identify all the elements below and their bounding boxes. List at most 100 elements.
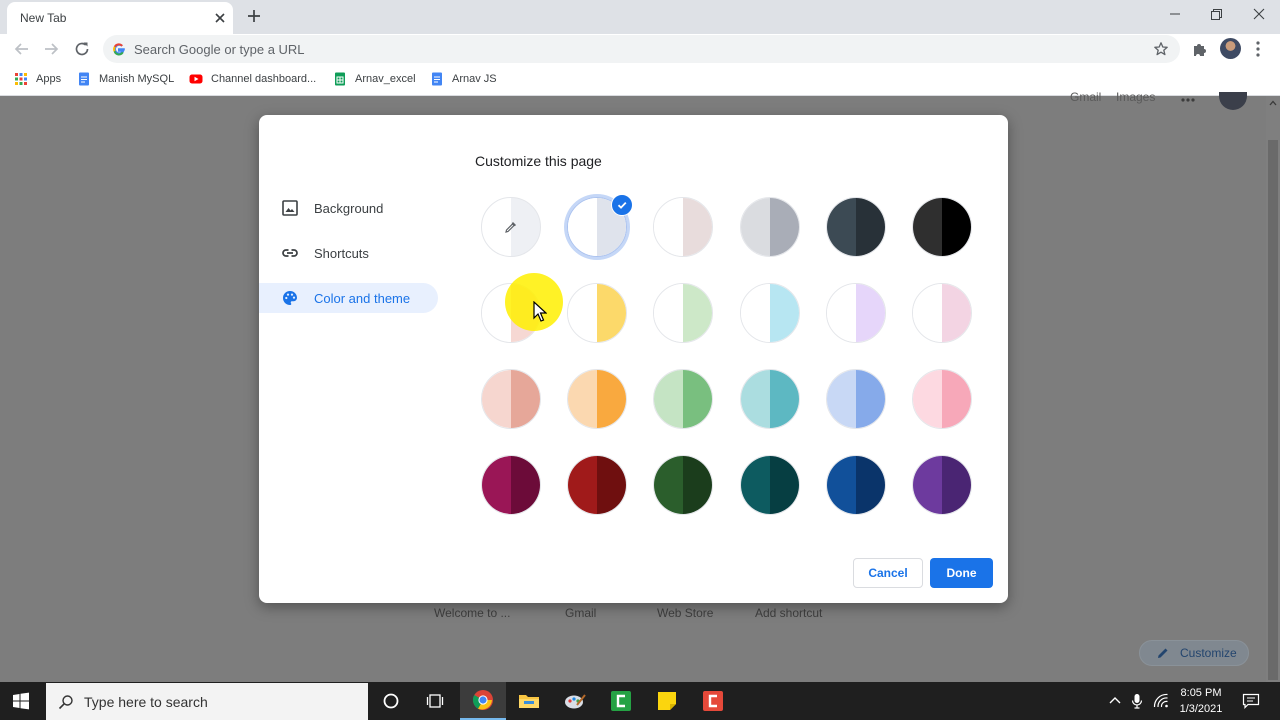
clock-date: 1/3/2021: [1179, 703, 1223, 715]
taskbar-search-box[interactable]: Type here to search: [46, 683, 368, 720]
shortcut-web-store[interactable]: Web Store: [657, 606, 713, 620]
swatch-left-half: [654, 284, 683, 342]
close-window-icon[interactable]: [1247, 4, 1271, 24]
cancel-button[interactable]: Cancel: [853, 558, 923, 588]
tab-new-tab[interactable]: New Tab: [7, 2, 233, 34]
bookmark-star-icon[interactable]: [1153, 41, 1169, 57]
search-icon: [58, 694, 73, 709]
swatch-left-half: [913, 198, 942, 256]
action-center-icon[interactable]: [1242, 693, 1260, 709]
theme-swatch[interactable]: [912, 369, 972, 429]
theme-swatch[interactable]: [481, 455, 541, 515]
swatch-right-half: [683, 198, 712, 256]
swatch-left-half: [482, 456, 511, 514]
shortcut-welcome[interactable]: Welcome to ...: [434, 606, 510, 620]
theme-swatch[interactable]: [826, 369, 886, 429]
swatch-left-half: [654, 456, 683, 514]
bookmark-channel-dashboard[interactable]: Channel dashboard...: [189, 70, 316, 88]
customize-dialog: Customize this page Background Shortcuts…: [259, 115, 1008, 603]
minimize-window-icon[interactable]: [1163, 4, 1187, 24]
theme-swatch[interactable]: [653, 283, 713, 343]
shortcut-add-shortcut[interactable]: Add shortcut: [755, 606, 822, 620]
custom-color-picker-swatch[interactable]: [481, 197, 541, 257]
theme-swatch[interactable]: [567, 455, 627, 515]
chrome-icon: [472, 690, 493, 710]
theme-swatch[interactable]: [912, 197, 972, 257]
customize-button[interactable]: Customize: [1139, 640, 1249, 666]
system-clock[interactable]: 8:05 PM 1/3/2021: [1172, 685, 1230, 717]
tab-close-icon[interactable]: [211, 9, 229, 27]
bookmark-manish-mysql[interactable]: Manish MySQL: [77, 70, 174, 88]
swatch-right-half: [683, 456, 712, 514]
theme-swatch[interactable]: [481, 369, 541, 429]
theme-swatch[interactable]: [912, 283, 972, 343]
taskbar-paint[interactable]: [552, 682, 598, 720]
swatch-right-half: [770, 198, 799, 256]
back-arrow-icon[interactable]: [12, 39, 32, 59]
customize-label: Customize: [1180, 646, 1237, 660]
omnibox[interactable]: Search Google or type a URL: [103, 35, 1180, 63]
sticky-notes-icon: [658, 692, 676, 710]
show-hidden-icons-chevron-icon[interactable]: [1107, 693, 1123, 709]
bookmark-label: Channel dashboard...: [211, 73, 317, 85]
selected-check-icon: [611, 194, 633, 216]
swatch-left-half: [741, 370, 770, 428]
taskbar-file-explorer[interactable]: [506, 682, 552, 720]
swatch-right-half: [942, 284, 971, 342]
browser-toolbar: Search Google or type a URL: [0, 34, 1280, 64]
theme-swatch[interactable]: [826, 455, 886, 515]
chrome-menu-icon[interactable]: [1253, 39, 1263, 59]
tab-title: New Tab: [20, 11, 67, 25]
theme-swatch[interactable]: [740, 283, 800, 343]
new-tab-plus-icon[interactable]: [244, 6, 264, 26]
gmail-link[interactable]: Gmail: [1070, 90, 1101, 104]
swatch-right-half: [856, 370, 885, 428]
theme-swatch[interactable]: [826, 197, 886, 257]
bookmark-apps[interactable]: Apps: [14, 70, 61, 88]
swatch-left-half: [741, 456, 770, 514]
scrollbar-thumb[interactable]: [1268, 140, 1278, 680]
images-link[interactable]: Images: [1116, 90, 1155, 104]
windows-start-icon[interactable]: [12, 692, 30, 710]
theme-swatch[interactable]: [912, 455, 972, 515]
swatch-right-half: [683, 370, 712, 428]
theme-swatch[interactable]: [653, 369, 713, 429]
sidebar-item-background[interactable]: Background: [259, 193, 438, 223]
cortana-button[interactable]: [368, 682, 414, 720]
bookmark-arnav-js[interactable]: Arnav JS: [430, 70, 497, 88]
pencil-icon: [1158, 648, 1168, 658]
theme-swatch[interactable]: [740, 369, 800, 429]
eyedropper-icon: [505, 222, 516, 233]
extensions-puzzle-icon[interactable]: [1191, 40, 1209, 58]
sidebar-item-label: Background: [314, 200, 384, 216]
reload-icon[interactable]: [72, 39, 92, 59]
bookmark-arnav-excel[interactable]: Arnav_excel: [333, 70, 416, 88]
theme-swatch[interactable]: [653, 197, 713, 257]
sidebar-item-color-and-theme[interactable]: Color and theme: [259, 283, 438, 313]
taskbar-camtasia-recorder[interactable]: [690, 682, 736, 720]
taskbar-chrome[interactable]: [460, 682, 506, 720]
mouse-cursor-icon: [533, 301, 547, 322]
sidebar-item-shortcuts[interactable]: Shortcuts: [259, 238, 438, 268]
swatch-right-half: [942, 198, 971, 256]
task-view-button[interactable]: [413, 682, 459, 720]
theme-swatch[interactable]: [740, 455, 800, 515]
microphone-icon[interactable]: [1129, 693, 1145, 709]
profile-avatar[interactable]: [1220, 38, 1241, 59]
swatch-right-half: [942, 456, 971, 514]
theme-swatch[interactable]: [740, 197, 800, 257]
google-apps-icon[interactable]: [1180, 95, 1196, 103]
shortcut-gmail[interactable]: Gmail: [565, 606, 596, 620]
theme-swatch[interactable]: [826, 283, 886, 343]
restore-window-icon[interactable]: [1204, 4, 1228, 24]
wifi-icon[interactable]: [1153, 693, 1169, 709]
theme-swatch[interactable]: [653, 455, 713, 515]
scroll-up-arrow-icon[interactable]: [1269, 100, 1277, 106]
theme-swatch[interactable]: [567, 369, 627, 429]
theme-swatch[interactable]: [567, 283, 627, 343]
palette-icon: [283, 291, 297, 305]
taskbar-sticky-notes[interactable]: [644, 682, 690, 720]
done-button[interactable]: Done: [930, 558, 993, 588]
taskbar-camtasia[interactable]: [598, 682, 644, 720]
forward-arrow-icon[interactable]: [41, 39, 61, 59]
